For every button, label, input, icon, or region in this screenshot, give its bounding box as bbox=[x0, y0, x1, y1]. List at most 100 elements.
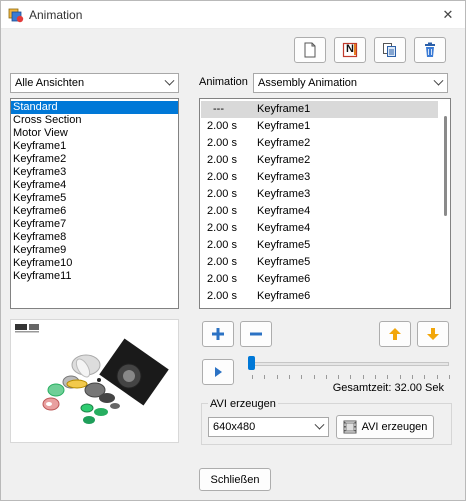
views-filter-dropdown[interactable]: Alle Ansichten bbox=[10, 73, 179, 93]
keyframe-row[interactable]: 2.00 s Keyframe2 bbox=[201, 135, 438, 152]
new-document-button[interactable] bbox=[294, 37, 326, 63]
view-list-item[interactable]: Keyframe1 bbox=[11, 140, 178, 153]
remove-keyframe-button[interactable] bbox=[240, 321, 272, 347]
trash-icon bbox=[425, 42, 435, 57]
keyframe-scrollbar[interactable] bbox=[440, 99, 450, 308]
move-down-button[interactable] bbox=[417, 321, 449, 347]
total-time-label: Gesamtzeit: 32.00 Sek bbox=[332, 382, 444, 394]
title-bar: Animation ✕ bbox=[1, 1, 465, 29]
plus-icon bbox=[212, 328, 224, 340]
timeline-slider-track[interactable] bbox=[251, 362, 449, 366]
view-list-item[interactable]: Keyframe2 bbox=[11, 153, 178, 166]
keyframe-row[interactable]: 2.00 s Keyframe3 bbox=[201, 186, 438, 203]
preview-image bbox=[10, 319, 179, 443]
logo-icon bbox=[15, 324, 39, 333]
keyframe-name: Keyframe6 bbox=[257, 273, 311, 285]
close-button-label: Schließen bbox=[210, 473, 260, 486]
minus-icon bbox=[250, 332, 262, 336]
view-list-item[interactable]: Keyframe7 bbox=[11, 218, 178, 231]
view-list-item[interactable]: Keyframe5 bbox=[11, 192, 178, 205]
slider-tick bbox=[436, 375, 438, 379]
ni-icon-label: N bbox=[346, 43, 354, 55]
ni-icon-bar bbox=[354, 44, 356, 55]
keyframe-time: 2.00 s bbox=[207, 188, 237, 200]
keyframe-time: 2.00 s bbox=[207, 154, 237, 166]
views-filter-value: Alle Ansichten bbox=[15, 77, 85, 89]
view-list-item[interactable]: Motor View bbox=[11, 127, 178, 140]
slider-tick bbox=[313, 375, 315, 379]
slider-tick bbox=[350, 375, 352, 379]
slider-tick bbox=[325, 375, 327, 379]
view-list-item[interactable]: Standard bbox=[11, 101, 178, 114]
slider-tick bbox=[424, 375, 426, 379]
keyframe-row[interactable]: 2.00 s Keyframe1 bbox=[201, 118, 438, 135]
keyframe-name: Keyframe3 bbox=[257, 171, 311, 183]
keyframe-name: Keyframe6 bbox=[257, 290, 311, 302]
keyframe-name: Keyframe5 bbox=[257, 239, 311, 251]
slider-tick bbox=[375, 375, 376, 379]
view-list-item[interactable]: Keyframe3 bbox=[11, 166, 178, 179]
view-list-item[interactable]: Keyframe8 bbox=[11, 231, 178, 244]
keyframe-name: Keyframe2 bbox=[257, 154, 311, 166]
keyframe-row[interactable]: 2.00 s Keyframe5 bbox=[201, 237, 438, 254]
keyframe-name: Keyframe1 bbox=[257, 103, 311, 115]
keyframe-row[interactable]: 2.00 s Keyframe6 bbox=[201, 271, 438, 288]
keyframe-row[interactable]: --- Keyframe1 bbox=[201, 101, 438, 118]
keyframe-row[interactable]: 2.00 s Keyframe4 bbox=[201, 203, 438, 220]
views-list[interactable]: Standard Cross Section Motor View Keyframe1… bbox=[10, 98, 179, 309]
view-list-item[interactable]: Keyframe6 bbox=[11, 205, 178, 218]
slider-tick bbox=[448, 375, 450, 379]
view-list-item[interactable]: Keyframe11 bbox=[11, 270, 178, 283]
chevron-down-icon bbox=[433, 75, 444, 86]
view-list-item[interactable]: Cross Section bbox=[11, 114, 178, 127]
keyframe-row[interactable]: 2.00 s Keyframe2 bbox=[201, 152, 438, 169]
keyframe-time: 2.00 s bbox=[207, 290, 237, 302]
animation-value: Assembly Animation bbox=[258, 77, 358, 89]
slider-tick bbox=[387, 375, 389, 379]
avi-resolution-value: 640x480 bbox=[213, 421, 256, 433]
view-list-item[interactable]: Keyframe4 bbox=[11, 179, 178, 192]
scrollbar-thumb[interactable] bbox=[444, 116, 447, 216]
keyframe-row[interactable]: 2.00 s Keyframe3 bbox=[201, 169, 438, 186]
keyframe-list[interactable]: --- Keyframe1 2.00 s Keyframe1 2.00 s Keyfram… bbox=[199, 98, 451, 309]
arrow-down-icon bbox=[427, 328, 439, 340]
move-up-button[interactable] bbox=[379, 321, 411, 347]
app-icon bbox=[8, 7, 24, 23]
keyframe-time: 2.00 s bbox=[207, 239, 237, 251]
slider-tick bbox=[411, 375, 413, 379]
keyframe-row[interactable]: 2.00 s Keyframe5 bbox=[201, 254, 438, 271]
keyframe-row[interactable]: 2.00 s Keyframe6 bbox=[201, 288, 438, 305]
delete-button[interactable] bbox=[414, 37, 446, 63]
avi-resolution-dropdown[interactable]: 640x480 bbox=[208, 417, 329, 437]
keyframe-name: Keyframe3 bbox=[257, 188, 311, 200]
keyframe-name: Keyframe5 bbox=[257, 256, 311, 268]
new-from-template-button[interactable]: N bbox=[334, 37, 366, 63]
slider-tick bbox=[301, 375, 303, 379]
timeline-slider-thumb[interactable] bbox=[248, 356, 255, 370]
slider-tick bbox=[252, 375, 253, 379]
view-list-item[interactable]: Keyframe9 bbox=[11, 244, 178, 257]
view-list-item[interactable]: Keyframe10 bbox=[11, 257, 178, 270]
chevron-down-icon bbox=[314, 419, 325, 430]
copy-button[interactable] bbox=[374, 37, 406, 63]
keyframe-row[interactable]: 2.00 s Keyframe4 bbox=[201, 220, 438, 237]
create-avi-button[interactable]: AVI erzeugen bbox=[336, 415, 434, 439]
keyframe-time: 2.00 s bbox=[207, 273, 237, 285]
copy-icon bbox=[383, 43, 396, 57]
film-icon bbox=[343, 420, 357, 434]
close-button[interactable]: Schließen bbox=[199, 468, 271, 491]
document-icon bbox=[304, 42, 316, 58]
play-button[interactable] bbox=[202, 359, 234, 385]
slider-tick bbox=[399, 375, 401, 379]
animation-dropdown[interactable]: Assembly Animation bbox=[253, 73, 448, 93]
animation-label: Animation bbox=[199, 76, 248, 88]
slider-tick bbox=[288, 375, 290, 379]
avi-group-title: AVI erzeugen bbox=[208, 398, 278, 410]
arrow-up-icon bbox=[389, 328, 401, 340]
close-icon: ✕ bbox=[442, 7, 454, 22]
keyframe-time: 2.00 s bbox=[207, 256, 237, 268]
chevron-down-icon bbox=[164, 75, 175, 86]
animation-dialog: Animation ✕ N Alle Ansichten Standard Cr… bbox=[0, 0, 466, 501]
close-window-button[interactable]: ✕ bbox=[439, 6, 457, 24]
add-keyframe-button[interactable] bbox=[202, 321, 234, 347]
